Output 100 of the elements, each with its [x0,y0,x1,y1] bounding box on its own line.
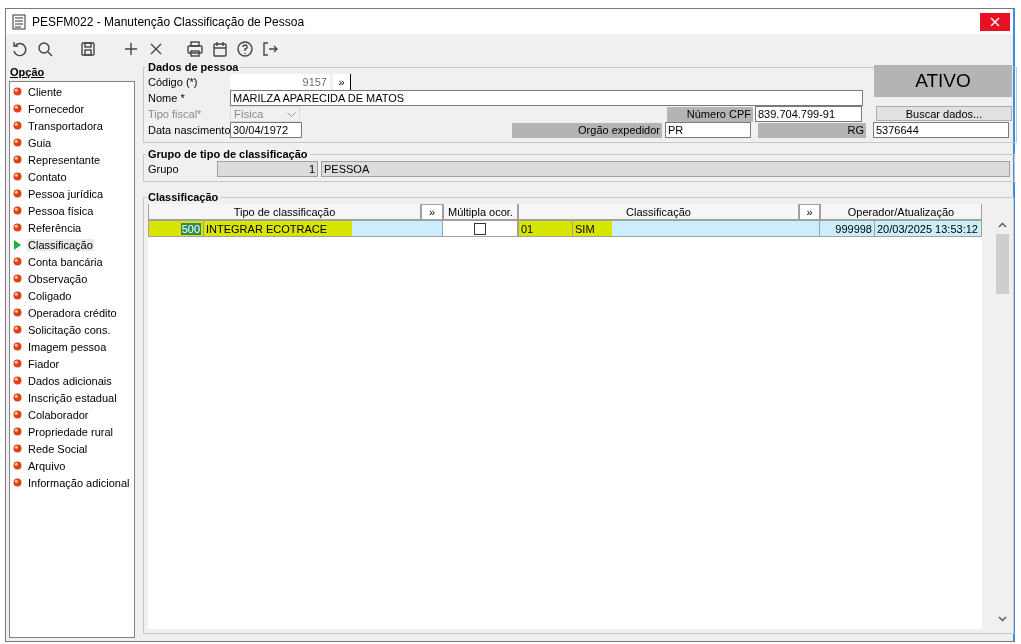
option-item[interactable]: Representante [10,151,134,168]
bullet-icon [13,427,22,436]
field-label: Tipo fiscal* [148,108,203,120]
column-header[interactable]: Tipo de classificação [148,204,421,220]
calendar-icon[interactable] [211,40,229,58]
option-item[interactable]: Propriedade rural [10,423,134,440]
option-item[interactable]: Transportadora [10,117,134,134]
option-item[interactable]: Referência [10,219,134,236]
bullet-icon [13,478,22,487]
option-item[interactable]: Inscrição estadual [10,389,134,406]
option-item[interactable]: Observação [10,270,134,287]
field-label: Nome * [148,92,186,104]
option-item[interactable]: Imagem pessoa [10,338,134,355]
bullet-icon [13,308,22,317]
option-item[interactable]: Colaborador [10,406,134,423]
save-icon[interactable] [79,40,97,58]
option-item[interactable]: Solicitação cons. [10,321,134,338]
bullet-icon [13,223,22,232]
bullet-icon [13,257,22,266]
window-title: PESFM022 - Manutenção Classificação de Pessoa [32,14,305,29]
column-header[interactable]: Classificação [518,204,799,220]
code-field[interactable]: 9157 [230,74,330,90]
bullet-icon [13,291,22,300]
table-cell: 01 [518,220,573,237]
option-item[interactable]: Cliente [10,83,134,100]
bullet-icon [13,155,22,164]
panel-title: Classificação [147,191,220,203]
field-label: RG [758,122,866,138]
table-cell: 500 [148,220,204,237]
bullet-icon [13,87,22,96]
chevron-up-icon[interactable] [998,222,1007,228]
option-item[interactable]: Coligado [10,287,134,304]
option-item[interactable]: Conta bancária [10,253,134,270]
document-icon [12,13,26,30]
search-data-button[interactable]: Buscar dados... [876,106,1012,121]
bullet-icon [13,444,22,453]
field-label: Código (*) [148,76,199,88]
bullet-icon [13,410,22,419]
field-label: Orgão expedidor [512,122,662,138]
option-item[interactable]: Contato [10,168,134,185]
search-icon[interactable] [36,40,54,58]
column-header[interactable]: Operador/Atualização [820,204,982,220]
bullet-icon [13,359,22,368]
lookup-button[interactable]: » [421,204,443,220]
date-field[interactable]: 30/04/1972 [230,122,302,138]
checkbox[interactable] [474,222,486,235]
undo-icon[interactable] [11,40,29,58]
bullet-icon [13,325,22,334]
rg-field[interactable]: 5376644 [873,122,1009,138]
field-label: Número CPF [667,106,753,122]
option-item[interactable]: Pessoa jurídica [10,185,134,202]
bullet-icon [13,172,22,181]
chevron-down-icon[interactable] [998,616,1007,622]
column-header[interactable]: Múltipla ocor. [443,204,518,220]
close-button[interactable] [980,12,1010,31]
option-item[interactable]: Pessoa física [10,202,134,219]
panel-title: Grupo de tipo de classificação [147,148,309,160]
field-label: Data nascimento [148,124,230,136]
group-name-field: PESSOA [321,161,1010,177]
bullet-icon [13,104,22,113]
close-icon [990,16,1000,27]
table-cell: SIM [573,220,820,237]
bullet-icon [13,274,22,283]
option-item[interactable]: Fiador [10,355,134,372]
exit-icon[interactable] [261,40,279,58]
option-item[interactable]: Fornecedor [10,100,134,117]
cpf-field[interactable]: 839.704.799-91 [755,106,862,122]
panel-title: Opção [9,65,46,80]
play-arrow-icon [13,239,22,250]
chevron-down-icon [287,111,296,117]
table-cell: 20/03/2025 13:53:12 [875,220,982,237]
bullet-icon [13,461,22,470]
status-label: ATIVO [874,65,1012,97]
lookup-button[interactable]: » [799,204,820,220]
table-cell: 999998 [820,220,875,237]
option-item[interactable]: Informação adicional [10,474,134,491]
issuer-field[interactable]: PR [665,122,751,138]
option-item[interactable]: Arquivo [10,457,134,474]
option-item[interactable]: Guia [10,134,134,151]
bullet-icon [13,206,22,215]
option-item[interactable]: Operadora crédito [10,304,134,321]
table-cell: INTEGRAR ECOTRACE [204,220,443,237]
option-item[interactable]: Classificação [10,236,134,253]
bullet-icon [13,121,22,130]
bullet-icon [13,393,22,402]
field-label: Grupo [148,163,180,175]
printer-icon[interactable] [186,40,204,58]
help-icon[interactable] [236,40,254,58]
bullet-icon [13,189,22,198]
lookup-button[interactable]: » [333,74,351,90]
group-code-field: 1 [217,161,318,177]
panel-title: Dados de pessoa [147,61,240,73]
name-field[interactable]: MARILZA APARECIDA DE MATOS [230,90,863,106]
option-item[interactable]: Rede Social [10,440,134,457]
bullet-icon [13,376,22,385]
scrollbar-thumb[interactable] [996,234,1009,294]
bullet-icon [13,138,22,147]
plus-icon[interactable] [122,40,140,58]
bullet-icon [13,342,22,351]
option-item[interactable]: Dados adicionais [10,372,134,389]
